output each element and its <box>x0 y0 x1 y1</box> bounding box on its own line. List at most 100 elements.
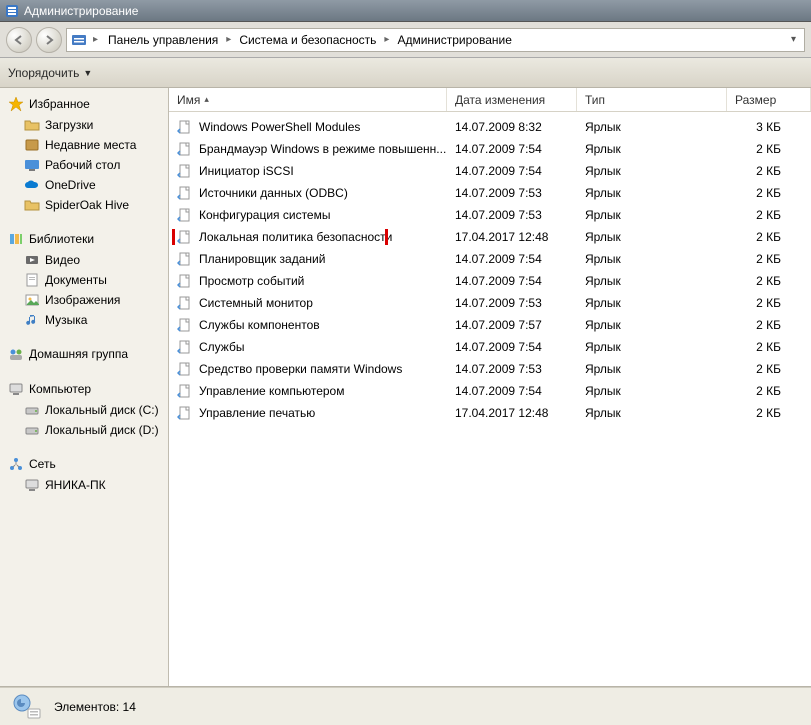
shortcut-icon <box>177 141 193 157</box>
file-row[interactable]: Управление печатью17.04.2017 12:48Ярлык2… <box>169 402 811 424</box>
nav-item-label: Изображения <box>45 293 120 307</box>
file-size: 2 КБ <box>727 230 811 244</box>
file-date: 14.07.2009 7:53 <box>447 362 577 376</box>
nav-item-drive-c[interactable]: Локальный диск (C:) <box>0 400 168 420</box>
file-row[interactable]: Инициатор iSCSI14.07.2009 7:54Ярлык2 КБ <box>169 160 811 182</box>
file-type: Ярлык <box>577 230 727 244</box>
nav-item-label: Локальный диск (C:) <box>45 403 159 417</box>
drive-icon <box>24 402 40 418</box>
file-row[interactable]: Локальная политика безопасности17.04.201… <box>169 226 811 248</box>
nav-item-downloads[interactable]: Загрузки <box>0 115 168 135</box>
file-date: 14.07.2009 7:53 <box>447 296 577 310</box>
file-date: 14.07.2009 7:54 <box>447 142 577 156</box>
folder-icon <box>24 117 40 133</box>
nav-header-libraries[interactable]: Библиотеки <box>0 229 168 250</box>
file-size: 2 КБ <box>727 362 811 376</box>
nav-item-recent[interactable]: Недавние места <box>0 135 168 155</box>
nav-item-label: Музыка <box>45 313 87 327</box>
main-area: Избранное Загрузки Недавние места Рабочи… <box>0 88 811 687</box>
nav-item-onedrive[interactable]: OneDrive <box>0 175 168 195</box>
organize-label: Упорядочить <box>8 66 79 80</box>
app-icon <box>4 3 20 19</box>
picture-icon <box>24 292 40 308</box>
file-date: 14.07.2009 7:57 <box>447 318 577 332</box>
file-type: Ярлык <box>577 296 727 310</box>
file-size: 2 КБ <box>727 164 811 178</box>
file-row[interactable]: Источники данных (ODBC)14.07.2009 7:53Яр… <box>169 182 811 204</box>
nav-group-network: Сеть ЯНИКА-ПК <box>0 454 168 495</box>
nav-item-network-pc[interactable]: ЯНИКА-ПК <box>0 475 168 495</box>
nav-item-videos[interactable]: Видео <box>0 250 168 270</box>
music-icon <box>24 312 40 328</box>
breadcrumb-item[interactable]: Панель управления <box>104 31 222 49</box>
nav-item-spideroak[interactable]: SpiderOak Hive <box>0 195 168 215</box>
file-name: Источники данных (ODBC) <box>199 186 348 200</box>
nav-item-documents[interactable]: Документы <box>0 270 168 290</box>
file-row[interactable]: Планировщик заданий14.07.2009 7:54Ярлык2… <box>169 248 811 270</box>
shortcut-icon <box>177 119 193 135</box>
video-icon <box>24 252 40 268</box>
column-header-label: Дата изменения <box>455 93 545 107</box>
nav-group-favorites: Избранное Загрузки Недавние места Рабочи… <box>0 94 168 215</box>
nav-header-favorites[interactable]: Избранное <box>0 94 168 115</box>
nav-group-libraries: Библиотеки Видео Документы Изображения М… <box>0 229 168 330</box>
forward-button[interactable] <box>36 27 62 53</box>
nav-item-music[interactable]: Музыка <box>0 310 168 330</box>
file-list[interactable]: Windows PowerShell Modules14.07.2009 8:3… <box>169 112 811 686</box>
file-row[interactable]: Службы компонентов14.07.2009 7:57Ярлык2 … <box>169 314 811 336</box>
back-button[interactable] <box>6 27 32 53</box>
status-bar: Элементов: 14 <box>0 687 811 725</box>
nav-header-network[interactable]: Сеть <box>0 454 168 475</box>
file-name: Службы <box>199 340 244 354</box>
shortcut-icon <box>177 405 193 421</box>
address-dropdown[interactable]: ▾ <box>787 34 800 45</box>
file-type: Ярлык <box>577 142 727 156</box>
file-row[interactable]: Средство проверки памяти Windows14.07.20… <box>169 358 811 380</box>
file-type: Ярлык <box>577 384 727 398</box>
file-name: Управление компьютером <box>199 384 344 398</box>
column-header-label: Размер <box>735 93 776 107</box>
organize-button[interactable]: Упорядочить ▼ <box>8 66 92 80</box>
file-row[interactable]: Windows PowerShell Modules14.07.2009 8:3… <box>169 116 811 138</box>
chevron-right-icon: ▸ <box>382 34 391 45</box>
nav-item-label: Рабочий стол <box>45 158 120 172</box>
shortcut-icon <box>177 273 193 289</box>
nav-item-label: SpiderOak Hive <box>45 198 129 212</box>
file-type: Ярлык <box>577 252 727 266</box>
nav-item-label: OneDrive <box>45 178 96 192</box>
shortcut-icon <box>177 317 193 333</box>
file-type: Ярлык <box>577 318 727 332</box>
column-header-label: Имя <box>177 93 200 107</box>
address-icon <box>71 32 87 48</box>
nav-item-pictures[interactable]: Изображения <box>0 290 168 310</box>
file-row[interactable]: Конфигурация системы14.07.2009 7:53Ярлык… <box>169 204 811 226</box>
shortcut-icon <box>177 295 193 311</box>
breadcrumb-item[interactable]: Администрирование <box>393 31 515 49</box>
column-header-size[interactable]: Размер <box>727 88 811 111</box>
column-header-type[interactable]: Тип <box>577 88 727 111</box>
file-row[interactable]: Службы14.07.2009 7:54Ярлык2 КБ <box>169 336 811 358</box>
column-header-date[interactable]: Дата изменения <box>447 88 577 111</box>
nav-item-label: Недавние места <box>45 138 136 152</box>
file-row[interactable]: Брандмауэр Windows в режиме повышенн...1… <box>169 138 811 160</box>
sort-asc-icon: ▴ <box>204 94 209 105</box>
file-size: 2 КБ <box>727 252 811 266</box>
nav-header-computer[interactable]: Компьютер <box>0 379 168 400</box>
breadcrumb-item[interactable]: Система и безопасность <box>235 31 380 49</box>
file-row[interactable]: Управление компьютером 14.07.2009 7:54Ярл… <box>169 380 811 402</box>
file-row[interactable]: Системный монитор14.07.2009 7:53Ярлык2 К… <box>169 292 811 314</box>
file-date: 14.07.2009 7:54 <box>447 274 577 288</box>
nav-item-drive-d[interactable]: Локальный диск (D:) <box>0 420 168 440</box>
nav-item-desktop[interactable]: Рабочий стол <box>0 155 168 175</box>
file-size: 2 КБ <box>727 274 811 288</box>
file-size: 2 КБ <box>727 208 811 222</box>
file-size: 3 КБ <box>727 120 811 134</box>
nav-toolbar: ▸ Панель управления ▸ Система и безопасн… <box>0 22 811 58</box>
nav-header-homegroup[interactable]: Домашняя группа <box>0 344 168 365</box>
file-name: Брандмауэр Windows в режиме повышенн... <box>199 142 446 156</box>
file-row[interactable]: Просмотр событий14.07.2009 7:54Ярлык2 КБ <box>169 270 811 292</box>
shortcut-icon <box>177 251 193 267</box>
file-date: 14.07.2009 7:54 <box>447 384 577 398</box>
address-bar[interactable]: ▸ Панель управления ▸ Система и безопасн… <box>66 28 805 52</box>
column-header-name[interactable]: Имя ▴ <box>169 88 447 111</box>
